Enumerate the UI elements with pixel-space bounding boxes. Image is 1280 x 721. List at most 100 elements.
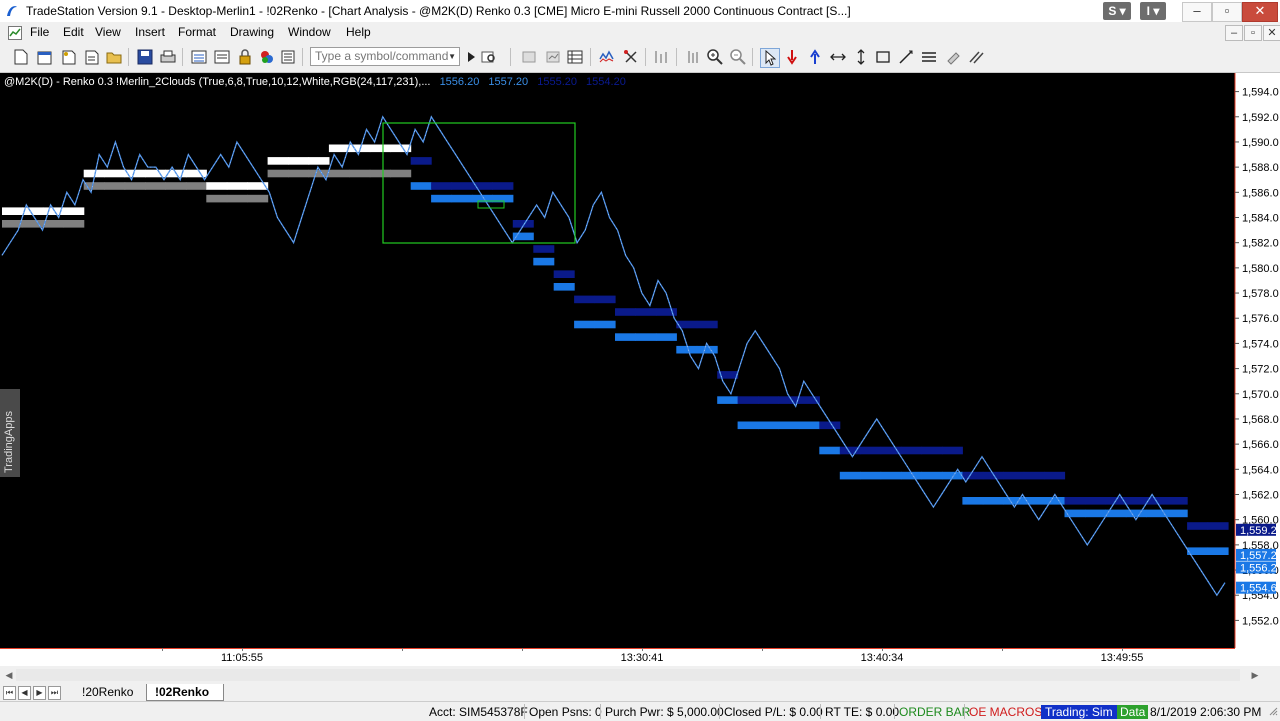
open-folder-icon[interactable] — [105, 48, 123, 66]
cloud-band-upper — [737, 396, 759, 404]
cloud-band-upper — [63, 207, 85, 215]
options-icon[interactable] — [279, 48, 297, 66]
price-chart[interactable]: 1,594.0 1,592.0 1,590.0 1,588.0 1,586.0 1,584… — [0, 73, 1280, 648]
price-tick-label: 1,590.0 — [1242, 137, 1279, 149]
rectangle-tool-icon[interactable] — [874, 48, 892, 66]
compare-icon[interactable] — [652, 48, 670, 66]
workspace-tab-bar: ⏮ ◀ ▶ ⏭ !20Renko !02Renko — [0, 684, 1280, 701]
new-window-icon[interactable] — [36, 48, 54, 66]
scroll-left-icon[interactable]: ◀ — [3, 669, 15, 681]
window-list-icon[interactable] — [213, 48, 231, 66]
vertical-line-icon[interactable] — [852, 48, 870, 66]
cloud-band-upper — [1125, 497, 1147, 505]
time-axis: 11:05:55 13:30:41 13:40:34 13:49:55 — [0, 648, 1280, 666]
cloud-band-upper — [1003, 471, 1025, 480]
strategy-icon[interactable] — [622, 48, 640, 66]
price-tick-label: 1,570.0 — [1242, 389, 1279, 401]
chevron-down-icon[interactable]: ▼ — [448, 48, 456, 65]
menu-help[interactable]: Help — [346, 25, 371, 39]
mdi-restore-button[interactable]: ▫ — [1244, 25, 1262, 41]
time-tick-label: 11:05:55 — [220, 652, 264, 664]
lock-icon[interactable] — [236, 48, 254, 66]
scroll-track[interactable] — [16, 669, 1240, 681]
mdi-close-button[interactable]: ✕ — [1263, 25, 1280, 41]
tab-next-icon[interactable]: ▶ — [33, 686, 46, 700]
i-dropdown-button[interactable]: I ▾ — [1140, 2, 1166, 20]
format-analysis-icon[interactable] — [544, 48, 562, 66]
horizontal-scrollbar[interactable]: ◀ ▶ — [0, 666, 1280, 684]
price-tick-label: 1,586.0 — [1242, 187, 1279, 199]
oe-macros-toggle[interactable]: OE MACROS — [969, 705, 1042, 719]
chart-symbol-label: @M2K(D) - Renko 0.3 !Merlin_2Clouds (Tru… — [4, 76, 431, 88]
cloud-band-lower — [880, 471, 902, 480]
eraser-tool-icon[interactable] — [944, 48, 962, 66]
cloud-band-upper — [492, 182, 514, 190]
price-tick-label: 1,552.0 — [1242, 615, 1279, 627]
tradingapps-side-tab[interactable]: TradingApps — [0, 389, 20, 477]
cloud-band-lower — [921, 471, 943, 480]
tab-prev-icon[interactable]: ◀ — [18, 686, 31, 700]
save-icon[interactable] — [136, 48, 154, 66]
menu-window[interactable]: Window — [288, 25, 331, 39]
resize-grip-icon[interactable] — [1268, 706, 1278, 716]
maximize-button[interactable]: ▫ — [1212, 2, 1242, 22]
menu-drawing[interactable]: Drawing — [230, 25, 274, 39]
s-dropdown-button[interactable]: S ▾ — [1103, 2, 1131, 20]
parallel-lines-icon[interactable] — [967, 48, 985, 66]
tab-last-icon[interactable]: ⏭ — [48, 686, 61, 700]
cloud-band-lower — [982, 497, 1004, 505]
tab-first-icon[interactable]: ⏮ — [3, 686, 16, 700]
cloud-band-lower — [308, 169, 330, 178]
trading-mode-badge[interactable]: Trading: Sim — [1041, 705, 1117, 719]
mdi-minimize-button[interactable]: – — [1225, 25, 1243, 41]
cloud-band-upper — [615, 308, 636, 316]
print-icon[interactable] — [159, 48, 177, 66]
zoom-out-icon[interactable] — [729, 48, 747, 66]
minimize-button[interactable]: – — [1182, 2, 1212, 22]
cloud-band-lower — [145, 182, 166, 190]
status-account[interactable]: Acct: SIM545378F — [429, 705, 528, 719]
new-workspace-icon[interactable] — [83, 48, 101, 66]
symbol-lookup-icon[interactable] — [480, 48, 498, 66]
scroll-right-icon[interactable]: ▶ — [1249, 669, 1261, 681]
chart-area[interactable]: 1,594.0 1,592.0 1,590.0 1,588.0 1,586.0 1,584… — [0, 73, 1280, 648]
cloud-band-upper — [982, 471, 1004, 480]
status-separator — [894, 704, 895, 719]
symbol-input-placeholder: Type a symbol/command — [315, 49, 449, 63]
window-tile-icon[interactable] — [190, 48, 208, 66]
status-open-positions: Open Psns: 0 — [529, 705, 602, 719]
menu-lines-icon[interactable] — [920, 48, 938, 66]
data-status-badge[interactable]: Data — [1117, 705, 1149, 719]
bar-spacing-icon[interactable] — [684, 48, 702, 66]
cloud-band-upper — [860, 446, 882, 455]
indicator-icon[interactable] — [598, 48, 616, 66]
data-window-icon[interactable] — [566, 48, 584, 66]
macro-icon[interactable] — [258, 48, 276, 66]
menu-edit[interactable]: Edit — [63, 25, 84, 39]
new-chart-icon[interactable] — [60, 48, 78, 66]
tab-02renko[interactable]: !02Renko — [146, 684, 224, 701]
zoom-in-icon[interactable] — [706, 48, 724, 66]
trendline-tool-icon[interactable] — [897, 48, 915, 66]
menu-file[interactable]: File — [30, 25, 49, 39]
menu-format[interactable]: Format — [178, 25, 216, 39]
format-symbol-icon[interactable] — [520, 48, 538, 66]
horizontal-line-icon[interactable] — [829, 48, 847, 66]
close-button[interactable]: ✕ — [1242, 2, 1278, 22]
price-tick-label: 1,580.0 — [1242, 263, 1279, 275]
tab-20renko[interactable]: !20Renko — [74, 684, 140, 700]
menu-view[interactable]: View — [95, 25, 121, 39]
order-bar-toggle[interactable]: ORDER BAR — [899, 705, 970, 719]
buy-arrow-icon[interactable] — [806, 48, 824, 66]
go-arrow-icon[interactable] — [462, 48, 480, 66]
cloud-band-lower — [165, 182, 187, 190]
menu-insert[interactable]: Insert — [135, 25, 165, 39]
pointer-tool-icon[interactable] — [760, 48, 780, 68]
cloud-band-lower — [328, 169, 350, 178]
chart-window-icon[interactable] — [8, 26, 22, 40]
cloud-band-lower — [553, 283, 575, 291]
time-tick-mark — [1122, 648, 1123, 651]
new-file-icon[interactable] — [12, 48, 30, 66]
symbol-command-input[interactable]: Type a symbol/command ▼ — [310, 47, 460, 66]
sell-arrow-icon[interactable] — [783, 48, 801, 66]
